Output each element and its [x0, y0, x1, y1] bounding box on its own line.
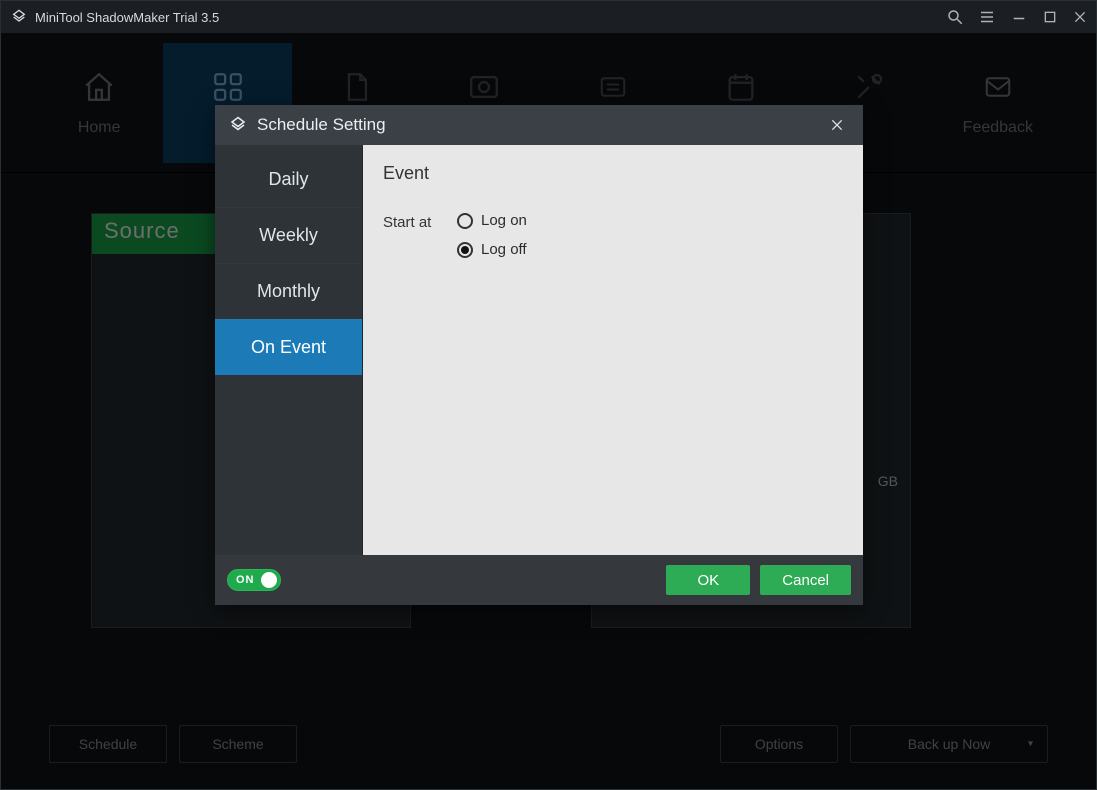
radio-log-on[interactable]: Log on	[457, 212, 527, 229]
minimize-icon[interactable]	[1010, 8, 1028, 26]
modal-close-icon[interactable]	[825, 113, 849, 137]
toggle-label: ON	[236, 574, 255, 586]
content-heading: Event	[383, 163, 843, 184]
modal-body: Daily Weekly Monthly On Event Event Star…	[215, 145, 863, 555]
title-bar: MiniTool ShadowMaker Trial 3.5	[1, 1, 1096, 33]
toggle-knob-icon	[261, 572, 277, 588]
radio-dot-icon	[457, 242, 473, 258]
maximize-icon[interactable]	[1042, 9, 1058, 25]
app-window: MiniTool ShadowMaker Trial 3.5	[0, 0, 1097, 790]
menu-icon[interactable]	[978, 8, 996, 26]
start-at-row: Start at Log on Log off	[383, 212, 843, 258]
cancel-button[interactable]: Cancel	[760, 565, 851, 595]
close-icon[interactable]	[1072, 9, 1088, 25]
schedule-setting-modal: Schedule Setting Daily Weekly Monthly On…	[215, 105, 863, 605]
modal-title: Schedule Setting	[257, 115, 386, 135]
radio-log-off[interactable]: Log off	[457, 241, 527, 258]
tab-on-event[interactable]: On Event	[215, 319, 362, 375]
modal-header-left: Schedule Setting	[229, 115, 386, 135]
start-at-options: Log on Log off	[457, 212, 527, 258]
modal-header: Schedule Setting	[215, 105, 863, 145]
tab-weekly[interactable]: Weekly	[215, 207, 362, 263]
modal-footer-buttons: OK Cancel	[666, 565, 851, 595]
modal-sidebar: Daily Weekly Monthly On Event	[215, 145, 363, 555]
search-icon[interactable]	[946, 8, 964, 26]
start-at-label: Start at	[383, 212, 439, 231]
ok-button[interactable]: OK	[666, 565, 750, 595]
title-left: MiniTool ShadowMaker Trial 3.5	[11, 9, 219, 25]
tab-monthly[interactable]: Monthly	[215, 263, 362, 319]
schedule-toggle[interactable]: ON	[227, 569, 281, 591]
modal-content: Event Start at Log on Log off	[363, 145, 863, 555]
modal-footer: ON OK Cancel	[215, 555, 863, 605]
tab-daily[interactable]: Daily	[215, 151, 362, 207]
app-logo-icon	[11, 9, 27, 25]
title-actions	[946, 8, 1088, 26]
radio-dot-icon	[457, 213, 473, 229]
radio-log-on-label: Log on	[481, 212, 527, 229]
app-title: MiniTool ShadowMaker Trial 3.5	[35, 10, 219, 25]
modal-logo-icon	[229, 116, 247, 134]
radio-log-off-label: Log off	[481, 241, 527, 258]
